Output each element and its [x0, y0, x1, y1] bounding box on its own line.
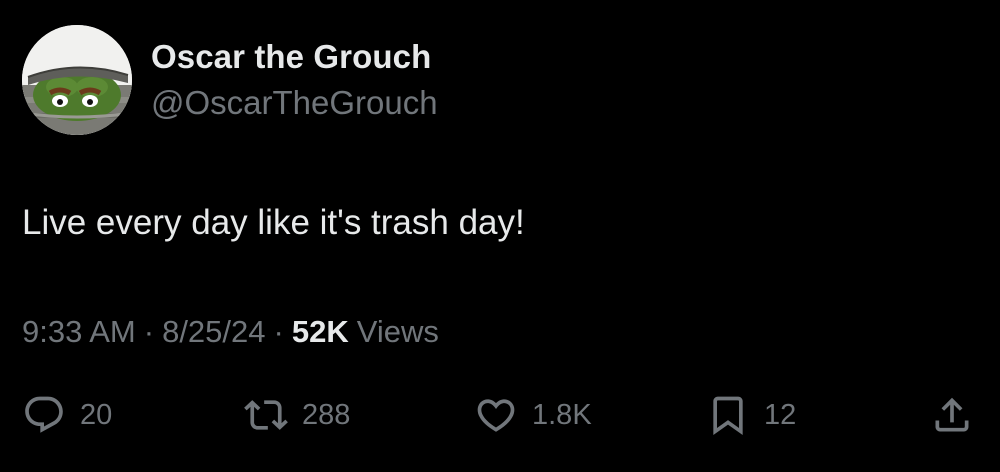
tweet-date[interactable]: 8/25/24 — [162, 314, 265, 350]
repost-icon — [244, 393, 288, 437]
share-button[interactable] — [930, 392, 974, 438]
views-label: Views — [356, 314, 439, 349]
meta-separator: · — [143, 314, 155, 349]
tweet-meta: 9:33 AM · 8/25/24 · 52K Views — [22, 314, 439, 350]
reply-button[interactable]: 20 — [22, 392, 112, 438]
avatar[interactable] — [22, 25, 132, 135]
bookmark-button[interactable]: 12 — [706, 392, 796, 438]
oscar-avatar-icon — [22, 25, 132, 135]
views-count: 52K — [291, 314, 349, 349]
share-icon — [930, 393, 974, 437]
tweet-time[interactable]: 9:33 AM — [22, 314, 136, 350]
bookmark-icon — [706, 393, 750, 437]
heart-icon — [474, 393, 518, 437]
repost-button[interactable]: 288 — [244, 392, 350, 438]
username-handle[interactable]: @OscarTheGrouch — [151, 84, 438, 122]
like-button[interactable]: 1.8K — [474, 392, 592, 438]
tweet: Oscar the Grouch @OscarTheGrouch Live ev… — [0, 0, 1000, 472]
meta-separator: · — [273, 314, 284, 349]
like-count: 1.8K — [532, 398, 592, 431]
tweet-text: Live every day like it's trash day! — [22, 203, 525, 242]
reply-count: 20 — [80, 398, 113, 431]
repost-count: 288 — [302, 398, 351, 431]
reply-icon — [22, 393, 66, 437]
bookmark-count: 12 — [764, 398, 797, 431]
display-name[interactable]: Oscar the Grouch — [151, 38, 431, 76]
